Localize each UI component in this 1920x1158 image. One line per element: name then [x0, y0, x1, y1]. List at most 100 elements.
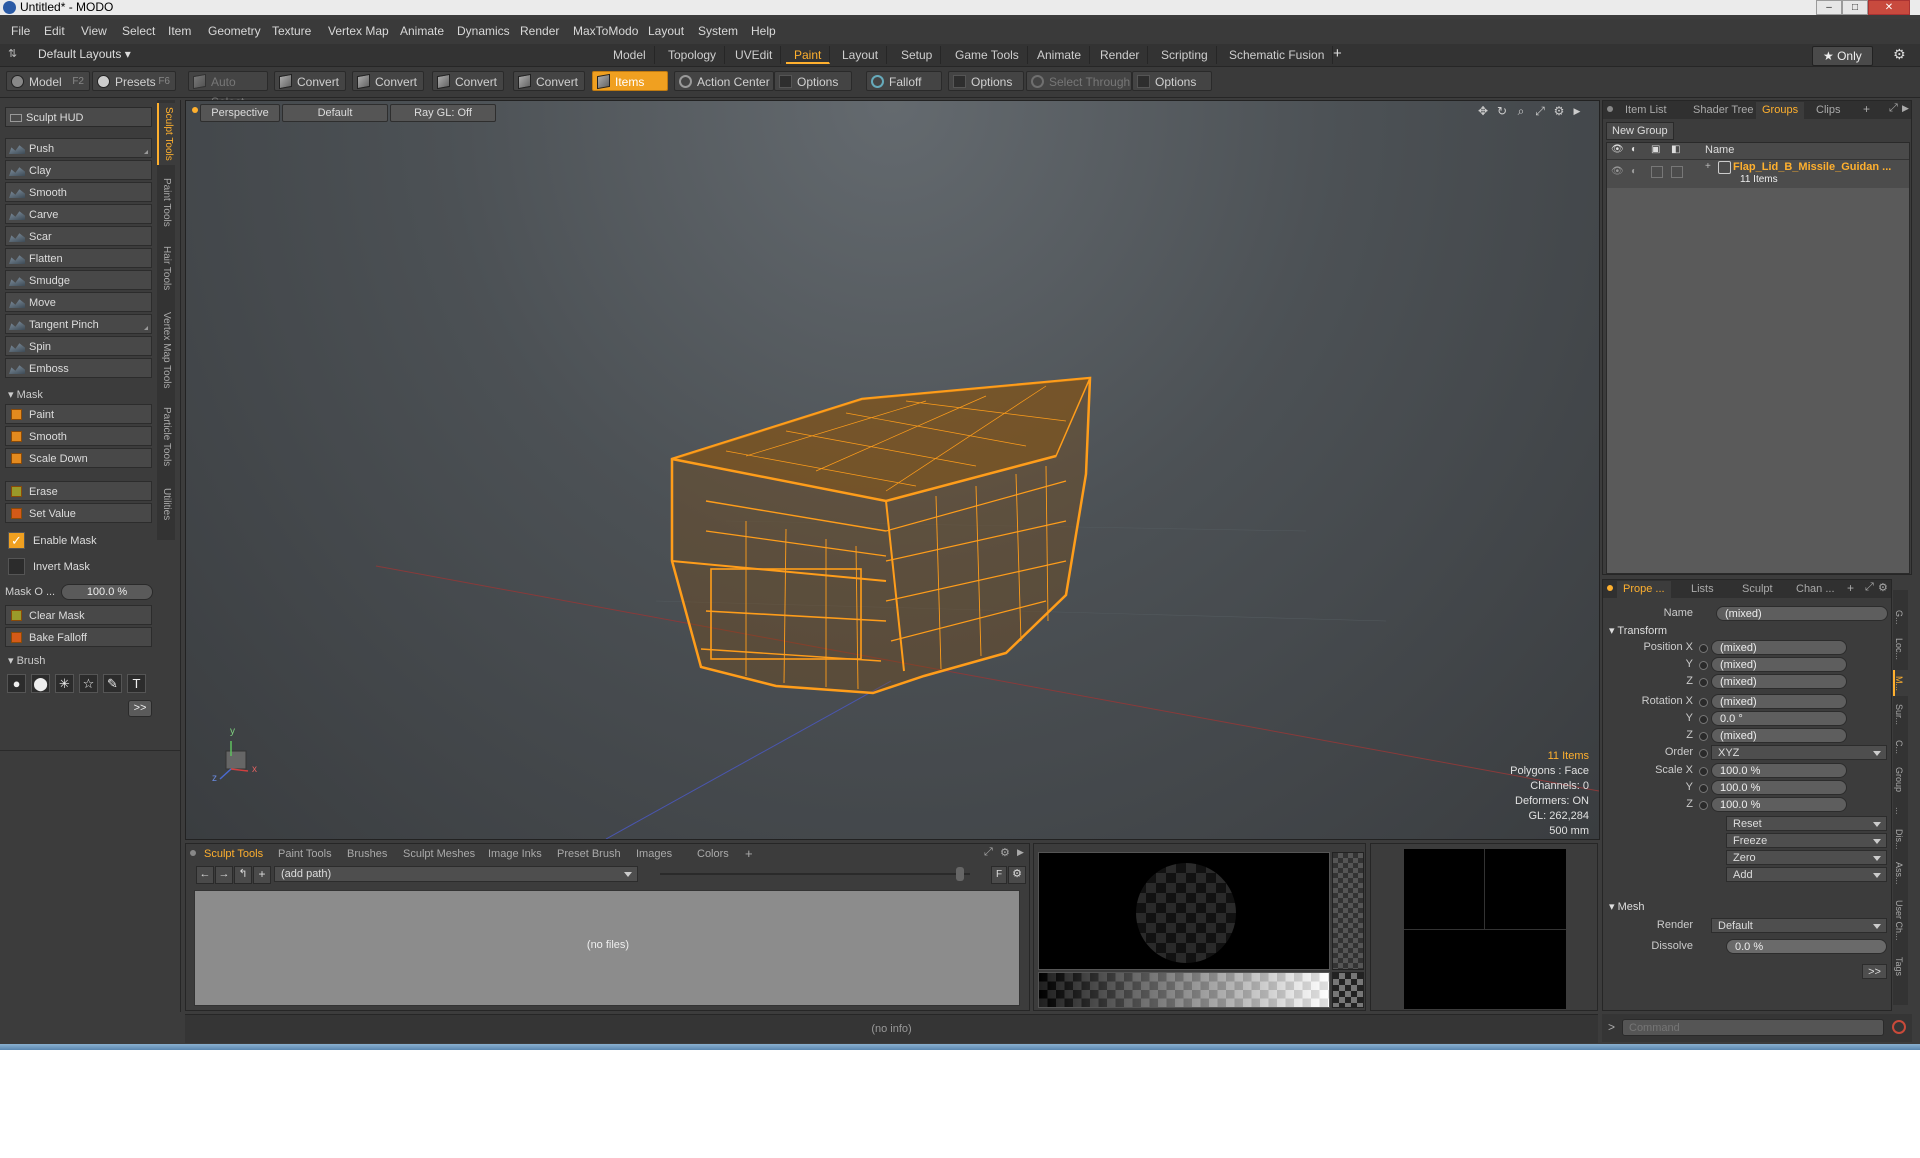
back-arrow-icon[interactable]: ← [196, 866, 214, 884]
freeze-dropdown[interactable]: Freeze [1726, 833, 1887, 848]
lock-icon[interactable]: ▣ [1651, 144, 1660, 155]
panel-expand-icon[interactable]: ⤢ [1865, 581, 1874, 594]
brush-section-header[interactable]: ▾ Brush [8, 654, 45, 667]
soft-brush-icon[interactable]: ● [7, 674, 26, 693]
enable-mask-checkbox[interactable]: ✓ Enable Mask [5, 531, 152, 551]
keyframe-dot-icon[interactable] [1699, 767, 1708, 776]
rotation-x-field[interactable]: (mixed) [1711, 694, 1847, 709]
transform-section-header[interactable]: ▾ Transform [1609, 624, 1667, 637]
clear-mask-button[interactable]: Clear Mask [5, 605, 152, 625]
lock-toggle-icon[interactable] [1651, 166, 1663, 178]
thumbnail-size-slider[interactable] [660, 867, 970, 881]
tool-clay[interactable]: Clay [5, 160, 152, 180]
menu-edit[interactable]: Edit [44, 19, 65, 44]
mask-scale-down-tool[interactable]: Scale Down [5, 448, 152, 468]
keyframe-dot-icon[interactable] [1699, 698, 1708, 707]
convert-edges-button[interactable]: Convert [352, 71, 424, 91]
panel-menu-dot[interactable] [1607, 106, 1613, 112]
select-through-button[interactable]: Select Through [1026, 71, 1132, 91]
tab-setup[interactable]: Setup [893, 46, 942, 64]
vtab-surface[interactable]: Sur... [1893, 700, 1908, 730]
convert-polygons-button[interactable]: Convert [432, 71, 504, 91]
forward-arrow-icon[interactable]: → [215, 866, 233, 884]
close-button[interactable]: ✕ [1868, 0, 1910, 15]
slider-handle[interactable] [956, 867, 964, 881]
position-z-field[interactable]: (mixed) [1711, 674, 1847, 689]
tab-animate[interactable]: Animate [1029, 46, 1091, 64]
model-mode-button[interactable]: Model F2 [6, 71, 90, 91]
menu-animate[interactable]: Animate [400, 19, 444, 44]
tab-shader-tree[interactable]: Shader Tree [1687, 102, 1760, 119]
btab-colors[interactable]: Colors [697, 846, 729, 862]
tab-render[interactable]: Render [1092, 46, 1149, 64]
panel-menu-dot[interactable] [190, 850, 196, 856]
add-bottom-tab-button[interactable]: + [745, 846, 753, 862]
menu-maxtomodo[interactable]: MaxToModo [573, 19, 638, 44]
panel-settings-icon[interactable]: ⚙ [1000, 846, 1010, 859]
tool-carve[interactable]: Carve [5, 204, 152, 224]
tab-layout[interactable]: Layout [834, 46, 888, 64]
tab-channels[interactable]: Chan ... [1790, 581, 1841, 598]
btab-paint-tools[interactable]: Paint Tools [278, 846, 332, 862]
keyframe-dot-icon[interactable] [1699, 801, 1708, 810]
text-brush-icon[interactable]: T [127, 674, 146, 693]
vtab-particle-tools[interactable]: Particle Tools [157, 402, 175, 472]
menu-file[interactable]: File [11, 19, 30, 44]
panel-expand-icon[interactable]: ⤢ [984, 846, 993, 859]
position-y-field[interactable]: (mixed) [1711, 657, 1847, 672]
action-center-button[interactable]: Action Center [674, 71, 774, 91]
star-brush-icon[interactable]: ☆ [79, 674, 98, 693]
tab-game-tools[interactable]: Game Tools [947, 46, 1028, 64]
dissolve-field[interactable]: 0.0 % [1726, 939, 1887, 954]
reset-dropdown[interactable]: Reset [1726, 816, 1887, 831]
path-dropdown[interactable]: (add path) [274, 866, 638, 882]
keyframe-dot-icon[interactable] [1699, 749, 1708, 758]
maximize-button[interactable]: □ [1842, 0, 1868, 15]
tool-push[interactable]: Push [5, 138, 152, 158]
btab-sculpt-tools[interactable]: Sculpt Tools [204, 846, 263, 862]
action-center-options-button[interactable]: Options [774, 71, 852, 91]
tab-model[interactable]: Model [605, 46, 655, 64]
vtab-vertex-map-tools[interactable]: Vertex Map Tools [157, 304, 175, 396]
add-panel-tab-button[interactable]: + [1847, 581, 1854, 595]
select-icon[interactable]: ◧ [1671, 144, 1680, 155]
keyframe-dot-icon[interactable] [1699, 661, 1708, 670]
menu-geometry[interactable]: Geometry [208, 19, 261, 44]
tool-flatten[interactable]: Flatten [5, 248, 152, 268]
more-properties-button[interactable]: >> [1862, 964, 1887, 979]
gear-icon[interactable]: ⚙ [1893, 46, 1906, 63]
rotation-order-dropdown[interactable]: XYZ [1711, 745, 1887, 760]
vtab-sculpt-tools[interactable]: Sculpt Tools [157, 103, 177, 165]
3d-viewport[interactable]: Perspective Default Ray GL: Off ✥ ↻ ⌕ ⤢ … [185, 100, 1600, 840]
tool-tangent-pinch[interactable]: Tangent Pinch [5, 314, 152, 334]
keyframe-dot-icon[interactable] [1699, 732, 1708, 741]
vtab-hair-tools[interactable]: Hair Tools [157, 240, 175, 296]
keyframe-dot-icon[interactable] [1699, 784, 1708, 793]
record-icon[interactable] [1892, 1020, 1906, 1034]
btab-sculpt-meshes[interactable]: Sculpt Meshes [403, 846, 475, 862]
vtab-paint-tools[interactable]: Paint Tools [157, 174, 175, 230]
select-through-options-button[interactable]: Options [1132, 71, 1212, 91]
more-brushes-button[interactable]: >> [128, 700, 152, 717]
add-tab-button[interactable]: + [1333, 45, 1342, 62]
tab-item-list[interactable]: Item List [1619, 102, 1673, 119]
vtab-group[interactable]: Group [1893, 762, 1908, 798]
expand-plus-icon[interactable]: + [1705, 161, 1711, 172]
position-x-field[interactable]: (mixed) [1711, 640, 1847, 655]
render-icon[interactable]: ◐ [1631, 166, 1637, 177]
visibility-eye-icon[interactable]: 👁 [1611, 144, 1624, 155]
render-dropdown[interactable]: Default [1711, 918, 1887, 933]
invert-mask-checkbox[interactable]: Invert Mask [5, 557, 152, 577]
mask-smooth-tool[interactable]: Smooth [5, 426, 152, 446]
menu-texture[interactable]: Texture [272, 19, 311, 44]
tool-move[interactable]: Move [5, 292, 152, 312]
vtab-utilities[interactable]: Utilities [157, 478, 175, 530]
tab-topology[interactable]: Topology [660, 46, 726, 64]
falloff-options-button[interactable]: Options [948, 71, 1024, 91]
layout-arrows-icon[interactable]: ⇅ [8, 47, 17, 60]
btab-brushes[interactable]: Brushes [347, 846, 387, 862]
layouts-dropdown[interactable]: Default Layouts ▾ [38, 47, 131, 61]
menu-view[interactable]: View [81, 19, 107, 44]
tab-clips[interactable]: Clips [1810, 102, 1846, 119]
items-mode-button[interactable]: Items [592, 71, 668, 91]
